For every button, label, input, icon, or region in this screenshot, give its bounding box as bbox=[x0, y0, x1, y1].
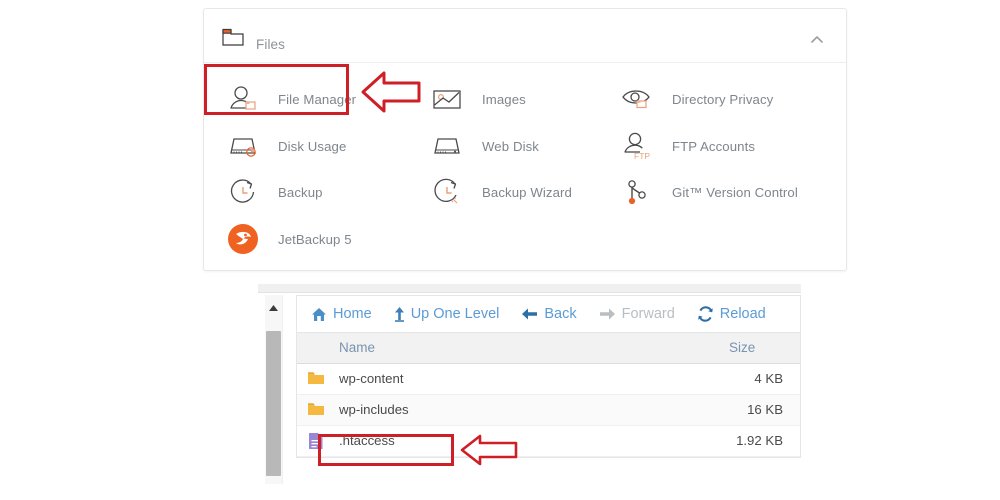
table-row[interactable]: .htaccess 1.92 KB bbox=[297, 426, 800, 457]
callout-arrow-file-manager-icon bbox=[360, 68, 422, 116]
scroll-up-arrow-icon[interactable] bbox=[268, 299, 279, 317]
folder-icon bbox=[307, 370, 325, 388]
files-card-title: Files bbox=[256, 37, 286, 52]
app-item-file-manager[interactable]: File Manager bbox=[222, 76, 356, 122]
app-item-jetbackup-5[interactable]: JetBackup 5 bbox=[222, 216, 352, 262]
backup-icon bbox=[222, 171, 264, 213]
app-item-git-version-control[interactable]: Git™ Version Control bbox=[616, 169, 798, 215]
toolbar-button-forward[interactable]: Forward bbox=[588, 296, 686, 332]
arrow-left-icon bbox=[521, 307, 538, 321]
app-item-label: Disk Usage bbox=[278, 138, 347, 154]
file-name: .htaccess bbox=[339, 433, 395, 448]
ftp-accounts-icon: FTP bbox=[616, 125, 658, 167]
column-header-size[interactable]: Size bbox=[729, 340, 755, 355]
file-name: wp-content bbox=[339, 371, 404, 386]
git-icon bbox=[616, 171, 658, 213]
file-list-header-row: Name Size bbox=[297, 333, 800, 364]
file-manager-icon bbox=[222, 78, 264, 120]
reload-icon bbox=[697, 306, 714, 322]
file-manager-toolbar: Home Up One Level Back Forward Reload bbox=[296, 295, 801, 332]
table-row[interactable]: wp-content 4 KB bbox=[297, 364, 800, 395]
toolbar-button-reload[interactable]: Reload bbox=[686, 296, 777, 332]
file-list-table: Name Size wp-content 4 KB wp-includes 16… bbox=[296, 332, 801, 458]
app-item-images[interactable]: Images bbox=[426, 76, 526, 122]
files-card: Files File Manager Images Directory Priv… bbox=[203, 8, 847, 271]
chevron-up-icon[interactable] bbox=[808, 31, 826, 49]
web-disk-icon bbox=[426, 125, 468, 167]
app-item-label: Backup Wizard bbox=[482, 184, 572, 200]
file-manager-window: Home Up One Level Back Forward Reload Na… bbox=[258, 284, 801, 484]
file-size: 4 KB bbox=[754, 371, 783, 386]
table-row[interactable]: wp-includes 16 KB bbox=[297, 395, 800, 426]
images-icon bbox=[426, 78, 468, 120]
app-item-web-disk[interactable]: Web Disk bbox=[426, 123, 539, 169]
app-item-label: Directory Privacy bbox=[672, 91, 774, 107]
app-item-label: Web Disk bbox=[482, 138, 539, 154]
app-item-directory-privacy[interactable]: Directory Privacy bbox=[616, 76, 773, 122]
home-icon bbox=[311, 307, 327, 322]
app-item-label: Backup bbox=[278, 184, 323, 200]
app-item-disk-usage[interactable]: Disk Usage bbox=[222, 123, 346, 169]
app-item-label: FTP Accounts bbox=[672, 138, 756, 154]
toolbar-button-back[interactable]: Back bbox=[510, 296, 587, 332]
arrow-right-icon bbox=[599, 307, 616, 321]
app-item-label: File Manager bbox=[278, 91, 357, 107]
toolbar-button-label: Reload bbox=[719, 306, 766, 322]
app-item-label: JetBackup 5 bbox=[278, 231, 352, 247]
up-arrow-icon bbox=[394, 306, 405, 322]
disk-usage-icon bbox=[222, 125, 264, 167]
scrollbar-thumb[interactable] bbox=[266, 331, 281, 476]
app-item-label: Git™ Version Control bbox=[672, 184, 798, 200]
app-item-backup-wizard[interactable]: Backup Wizard bbox=[426, 169, 572, 215]
folder-icon bbox=[307, 401, 325, 419]
file-manager-window-topbar bbox=[258, 284, 801, 293]
app-item-ftp-accounts[interactable]: FTP FTP Accounts bbox=[616, 123, 755, 169]
file-size: 1.92 KB bbox=[736, 433, 783, 448]
toolbar-button-label: Back bbox=[544, 306, 577, 322]
toolbar-button-up-one-level[interactable]: Up One Level bbox=[383, 296, 511, 332]
jetbackup-icon bbox=[222, 218, 264, 260]
file-size: 16 KB bbox=[747, 402, 783, 417]
callout-arrow-htaccess-icon bbox=[460, 433, 518, 467]
file-icon bbox=[307, 432, 325, 450]
toolbar-button-label: Home bbox=[333, 306, 372, 322]
svg-text:FTP: FTP bbox=[634, 151, 650, 161]
app-item-label: Images bbox=[482, 91, 526, 107]
app-item-backup[interactable]: Backup bbox=[222, 169, 323, 215]
file-name: wp-includes bbox=[339, 402, 409, 417]
folder-icon bbox=[222, 27, 244, 51]
column-header-name[interactable]: Name bbox=[339, 340, 375, 355]
files-card-header: Files bbox=[204, 9, 846, 63]
toolbar-button-label: Forward bbox=[621, 306, 675, 322]
directory-privacy-icon bbox=[616, 78, 658, 120]
vertical-scrollbar[interactable] bbox=[265, 295, 283, 484]
backup-wizard-icon bbox=[426, 171, 468, 213]
toolbar-button-home[interactable]: Home bbox=[297, 296, 383, 332]
file-manager-body: Home Up One Level Back Forward Reload Na… bbox=[296, 295, 801, 484]
toolbar-button-label: Up One Level bbox=[410, 306, 500, 322]
